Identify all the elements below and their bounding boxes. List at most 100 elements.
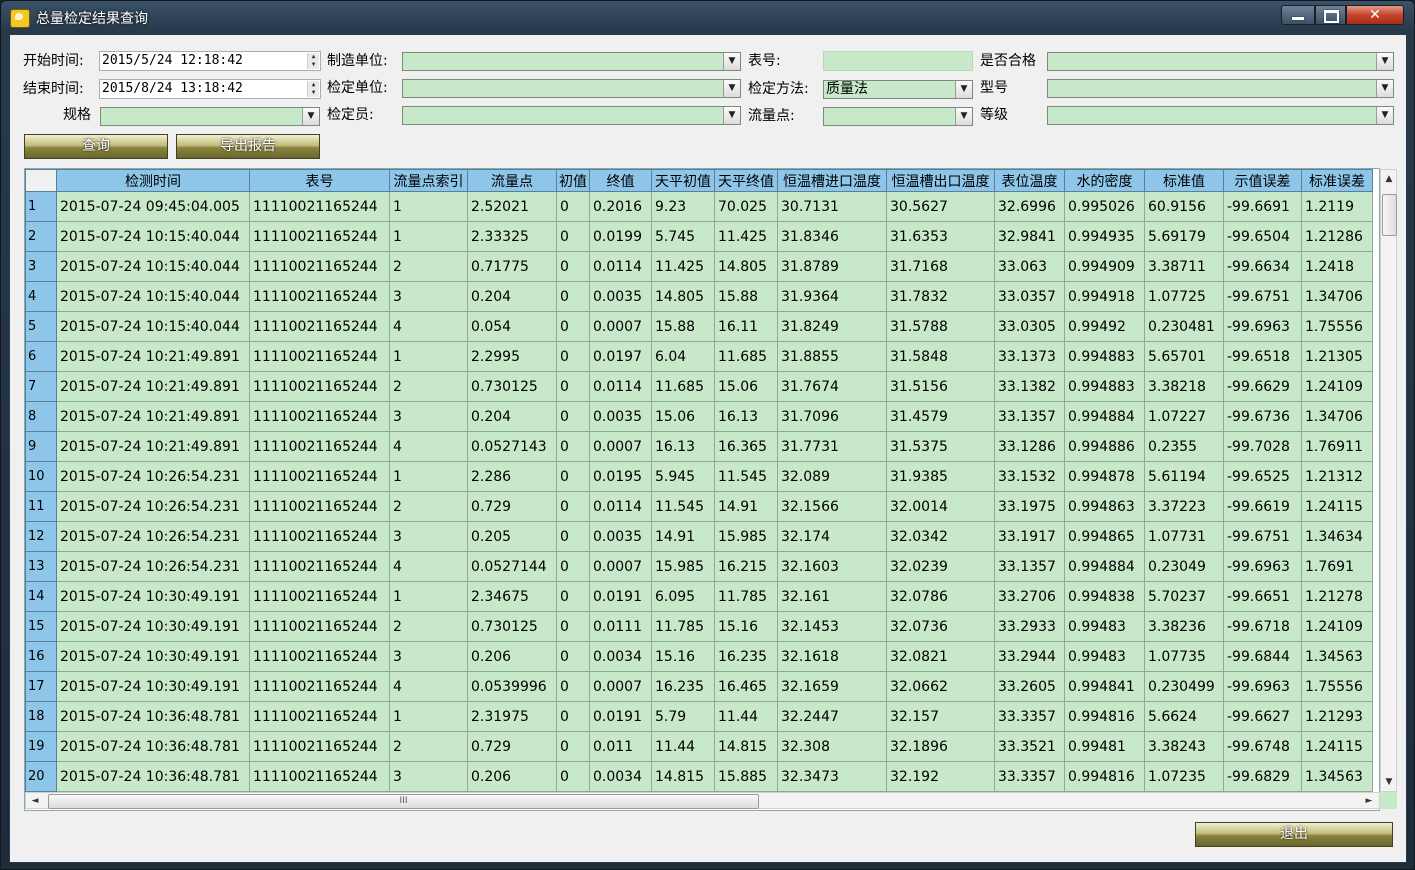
table-cell[interactable]: -99.6748 bbox=[1223, 731, 1302, 762]
table-cell[interactable]: 0.0034 bbox=[589, 641, 652, 672]
table-cell[interactable]: -99.6736 bbox=[1223, 401, 1302, 432]
table-cell[interactable]: 15.88 bbox=[651, 311, 715, 342]
row-header-cell[interactable]: 11 bbox=[25, 491, 57, 522]
table-cell[interactable]: 15.06 bbox=[651, 401, 715, 432]
table-cell[interactable]: 0.99481 bbox=[1064, 731, 1145, 762]
row-header-cell[interactable]: 4 bbox=[25, 281, 57, 312]
row-header-cell[interactable]: 1 bbox=[25, 191, 57, 222]
table-cell[interactable]: 31.7731 bbox=[777, 431, 887, 462]
table-cell[interactable]: 0.994884 bbox=[1064, 551, 1145, 582]
table-cell[interactable]: 1 bbox=[389, 341, 468, 372]
table-cell[interactable]: 11110021165244 bbox=[249, 281, 390, 312]
table-cell[interactable]: 0 bbox=[556, 731, 590, 762]
table-cell[interactable]: 1.34563 bbox=[1301, 761, 1373, 792]
title-bar[interactable]: 总量检定结果查询 ✕ bbox=[1, 1, 1414, 33]
table-cell[interactable]: 0.204 bbox=[467, 401, 557, 432]
table-cell[interactable]: 2.52021 bbox=[467, 191, 557, 222]
table-cell[interactable]: -99.6751 bbox=[1223, 521, 1302, 552]
table-cell[interactable]: 5.65701 bbox=[1144, 341, 1224, 372]
table-cell[interactable]: 2 bbox=[389, 731, 468, 762]
table-row[interactable]: 17 2015-07-24 10:30:49.191 11110021165244 4… bbox=[25, 671, 1373, 702]
table-cell[interactable]: 31.5156 bbox=[886, 371, 995, 402]
table-cell[interactable]: 0.0527143 bbox=[467, 431, 557, 462]
table-cell[interactable]: 1.21278 bbox=[1301, 581, 1373, 612]
manufacturer-select[interactable]: ▼ bbox=[402, 52, 741, 71]
table-cell[interactable]: 2015-07-24 10:26:54.231 bbox=[56, 491, 250, 522]
table-cell[interactable]: 0.730125 bbox=[467, 611, 557, 642]
table-cell[interactable]: 2015-07-24 10:15:40.044 bbox=[56, 311, 250, 342]
table-cell[interactable]: 31.7832 bbox=[886, 281, 995, 312]
table-cell[interactable]: 4 bbox=[389, 431, 468, 462]
table-cell[interactable]: 1.2119 bbox=[1301, 191, 1373, 222]
table-cell[interactable]: 32.0014 bbox=[886, 491, 995, 522]
table-cell[interactable]: 0 bbox=[556, 491, 590, 522]
table-cell[interactable]: 11110021165244 bbox=[249, 221, 390, 252]
table-cell[interactable]: 11110021165244 bbox=[249, 761, 390, 792]
table-cell[interactable]: 11110021165244 bbox=[249, 191, 390, 222]
table-cell[interactable]: 0 bbox=[556, 371, 590, 402]
table-cell[interactable]: 0.0035 bbox=[589, 401, 652, 432]
table-cell[interactable]: -99.6629 bbox=[1223, 371, 1302, 402]
table-cell[interactable]: -99.6525 bbox=[1223, 461, 1302, 492]
chevron-down-icon[interactable]: ▼ bbox=[955, 81, 972, 98]
table-cell[interactable]: 11.545 bbox=[651, 491, 715, 522]
row-header-cell[interactable]: 18 bbox=[25, 701, 57, 732]
table-cell[interactable]: 15.885 bbox=[714, 761, 778, 792]
table-cell[interactable]: 1.21293 bbox=[1301, 701, 1373, 732]
table-cell[interactable]: 0 bbox=[556, 761, 590, 792]
table-row[interactable]: 2 2015-07-24 10:15:40.044 11110021165244 1 2… bbox=[25, 221, 1373, 252]
table-cell[interactable]: 31.9385 bbox=[886, 461, 995, 492]
spin-up-icon[interactable]: ▲ bbox=[307, 81, 319, 89]
spin-down-icon[interactable]: ▼ bbox=[307, 61, 319, 69]
table-cell[interactable]: 5.69179 bbox=[1144, 221, 1224, 252]
table-cell[interactable]: 1.07235 bbox=[1144, 761, 1224, 792]
table-cell[interactable]: -99.6963 bbox=[1223, 551, 1302, 582]
table-row[interactable]: 10 2015-07-24 10:26:54.231 11110021165244 1… bbox=[25, 461, 1373, 492]
table-cell[interactable]: 1.24109 bbox=[1301, 611, 1373, 642]
qualified-select[interactable]: ▼ bbox=[1047, 52, 1394, 71]
table-cell[interactable]: 11110021165244 bbox=[249, 491, 390, 522]
table-cell[interactable]: 2015-07-24 10:36:48.781 bbox=[56, 731, 250, 762]
table-cell[interactable]: 32.9841 bbox=[994, 221, 1065, 252]
table-cell[interactable]: 0.0007 bbox=[589, 551, 652, 582]
table-cell[interactable]: 0.0114 bbox=[589, 251, 652, 282]
table-cell[interactable]: 1.75556 bbox=[1301, 671, 1373, 702]
column-header[interactable]: 检测时间 bbox=[56, 169, 250, 192]
table-cell[interactable]: -99.6718 bbox=[1223, 611, 1302, 642]
table-cell[interactable]: 14.805 bbox=[714, 251, 778, 282]
table-cell[interactable]: 14.805 bbox=[651, 281, 715, 312]
table-cell[interactable]: 31.8346 bbox=[777, 221, 887, 252]
table-cell[interactable]: 30.7131 bbox=[777, 191, 887, 222]
table-cell[interactable]: 0.0007 bbox=[589, 671, 652, 702]
table-cell[interactable]: 2.34675 bbox=[467, 581, 557, 612]
table-row[interactable]: 16 2015-07-24 10:30:49.191 11110021165244 3… bbox=[25, 641, 1373, 672]
table-cell[interactable]: 0.206 bbox=[467, 761, 557, 792]
exit-button[interactable]: 退出 bbox=[1195, 822, 1393, 847]
table-cell[interactable]: 2015-07-24 10:15:40.044 bbox=[56, 221, 250, 252]
table-cell[interactable]: 32.3473 bbox=[777, 761, 887, 792]
table-cell[interactable]: 33.1357 bbox=[994, 551, 1065, 582]
table-cell[interactable]: 11110021165244 bbox=[249, 551, 390, 582]
table-cell[interactable]: 15.985 bbox=[651, 551, 715, 582]
table-cell[interactable]: 2015-07-24 10:36:48.781 bbox=[56, 761, 250, 792]
table-cell[interactable]: 32.0821 bbox=[886, 641, 995, 672]
table-cell[interactable]: 15.985 bbox=[714, 521, 778, 552]
flow-point-select[interactable]: ▼ bbox=[823, 107, 973, 126]
vertical-scrollbar[interactable]: ▲ ▼ bbox=[1380, 169, 1397, 792]
table-cell[interactable]: -99.6518 bbox=[1223, 341, 1302, 372]
table-cell[interactable]: 30.5627 bbox=[886, 191, 995, 222]
table-cell[interactable]: 16.13 bbox=[714, 401, 778, 432]
table-cell[interactable]: -99.6504 bbox=[1223, 221, 1302, 252]
table-row[interactable]: 14 2015-07-24 10:30:49.191 11110021165244 1… bbox=[25, 581, 1373, 612]
table-cell[interactable]: 31.7096 bbox=[777, 401, 887, 432]
table-cell[interactable]: 16.465 bbox=[714, 671, 778, 702]
table-cell[interactable]: 11110021165244 bbox=[249, 671, 390, 702]
table-cell[interactable]: 11.425 bbox=[714, 221, 778, 252]
table-cell[interactable]: 2015-07-24 10:21:49.891 bbox=[56, 401, 250, 432]
row-header-cell[interactable]: 10 bbox=[25, 461, 57, 492]
table-cell[interactable]: 2.31975 bbox=[467, 701, 557, 732]
table-cell[interactable]: 32.089 bbox=[777, 461, 887, 492]
table-cell[interactable]: 0 bbox=[556, 281, 590, 312]
row-header-cell[interactable]: 12 bbox=[25, 521, 57, 552]
table-cell[interactable]: 32.1618 bbox=[777, 641, 887, 672]
